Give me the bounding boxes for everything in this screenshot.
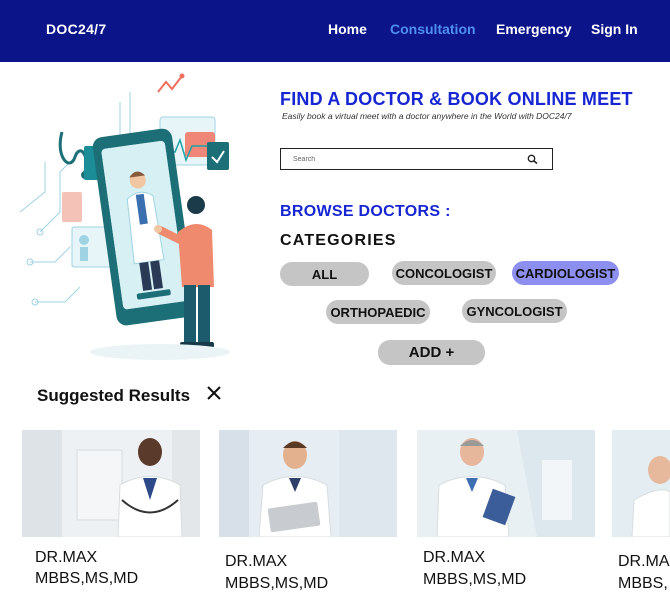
- close-icon[interactable]: [206, 385, 222, 401]
- category-chip-all[interactable]: ALL: [280, 262, 369, 286]
- doctor-card-photo[interactable]: [22, 430, 200, 537]
- suggested-results-heading: Suggested Results: [37, 386, 191, 405]
- doctor-photo-1: [22, 430, 200, 537]
- brand-logo[interactable]: DOC24/7: [46, 21, 106, 37]
- document-panel: [62, 192, 82, 222]
- category-chip-concologist[interactable]: CONCOLOGIST: [392, 261, 496, 285]
- category-chip-gyncologist[interactable]: GYNCOLOGIST: [462, 299, 567, 323]
- search-icon[interactable]: [526, 153, 540, 167]
- trend-icon: [157, 75, 183, 93]
- doctor-degree: MBBS,MS,MD: [423, 571, 527, 588]
- add-category-button[interactable]: ADD +: [378, 340, 485, 365]
- page-title: FIND A DOCTOR & BOOK ONLINE MEET: [280, 89, 633, 109]
- browse-doctors-heading: BROWSE DOCTORS :: [280, 203, 451, 220]
- doctor-card-photo[interactable]: [417, 430, 595, 537]
- category-chip-orthopaedic[interactable]: ORTHOPAEDIC: [326, 300, 430, 324]
- nav-sign-in[interactable]: Sign In: [591, 21, 638, 37]
- doctor-name: DR.MA: [618, 553, 670, 570]
- doctor-name: DR.MAX: [35, 549, 98, 566]
- doctor-photo-2: [219, 430, 397, 537]
- nav-emergency[interactable]: Emergency: [496, 21, 571, 37]
- top-nav: DOC24/7 Home Consultation Emergency Sign…: [0, 0, 670, 62]
- nav-home[interactable]: Home: [328, 21, 367, 37]
- search-bar: [280, 148, 553, 170]
- categories-heading: CATEGORIES: [280, 232, 397, 249]
- search-input[interactable]: [281, 149, 516, 169]
- doctor-degree: MBBS,MS,MD: [35, 570, 139, 587]
- category-chip-cardiologist[interactable]: CARDIOLOGIST: [512, 261, 619, 285]
- stethoscope-icon: [58, 131, 88, 173]
- check-panel: [207, 142, 229, 170]
- telemedicine-illustration: [19, 73, 230, 360]
- nav-consultation[interactable]: Consultation: [390, 21, 476, 37]
- doctor-name: DR.MAX: [225, 553, 288, 570]
- doctor-photo-3: [417, 430, 595, 537]
- doctor-photo-4: [612, 430, 670, 537]
- doctor-name: DR.MAX: [423, 549, 486, 566]
- doctor-card-photo[interactable]: [612, 430, 670, 537]
- doctor-degree: MBBS,: [618, 575, 668, 592]
- doctor-degree: MBBS,MS,MD: [225, 575, 329, 592]
- doctor-card-photo[interactable]: [219, 430, 397, 537]
- page-subtitle: Easily book a virtual meet with a doctor…: [282, 111, 572, 121]
